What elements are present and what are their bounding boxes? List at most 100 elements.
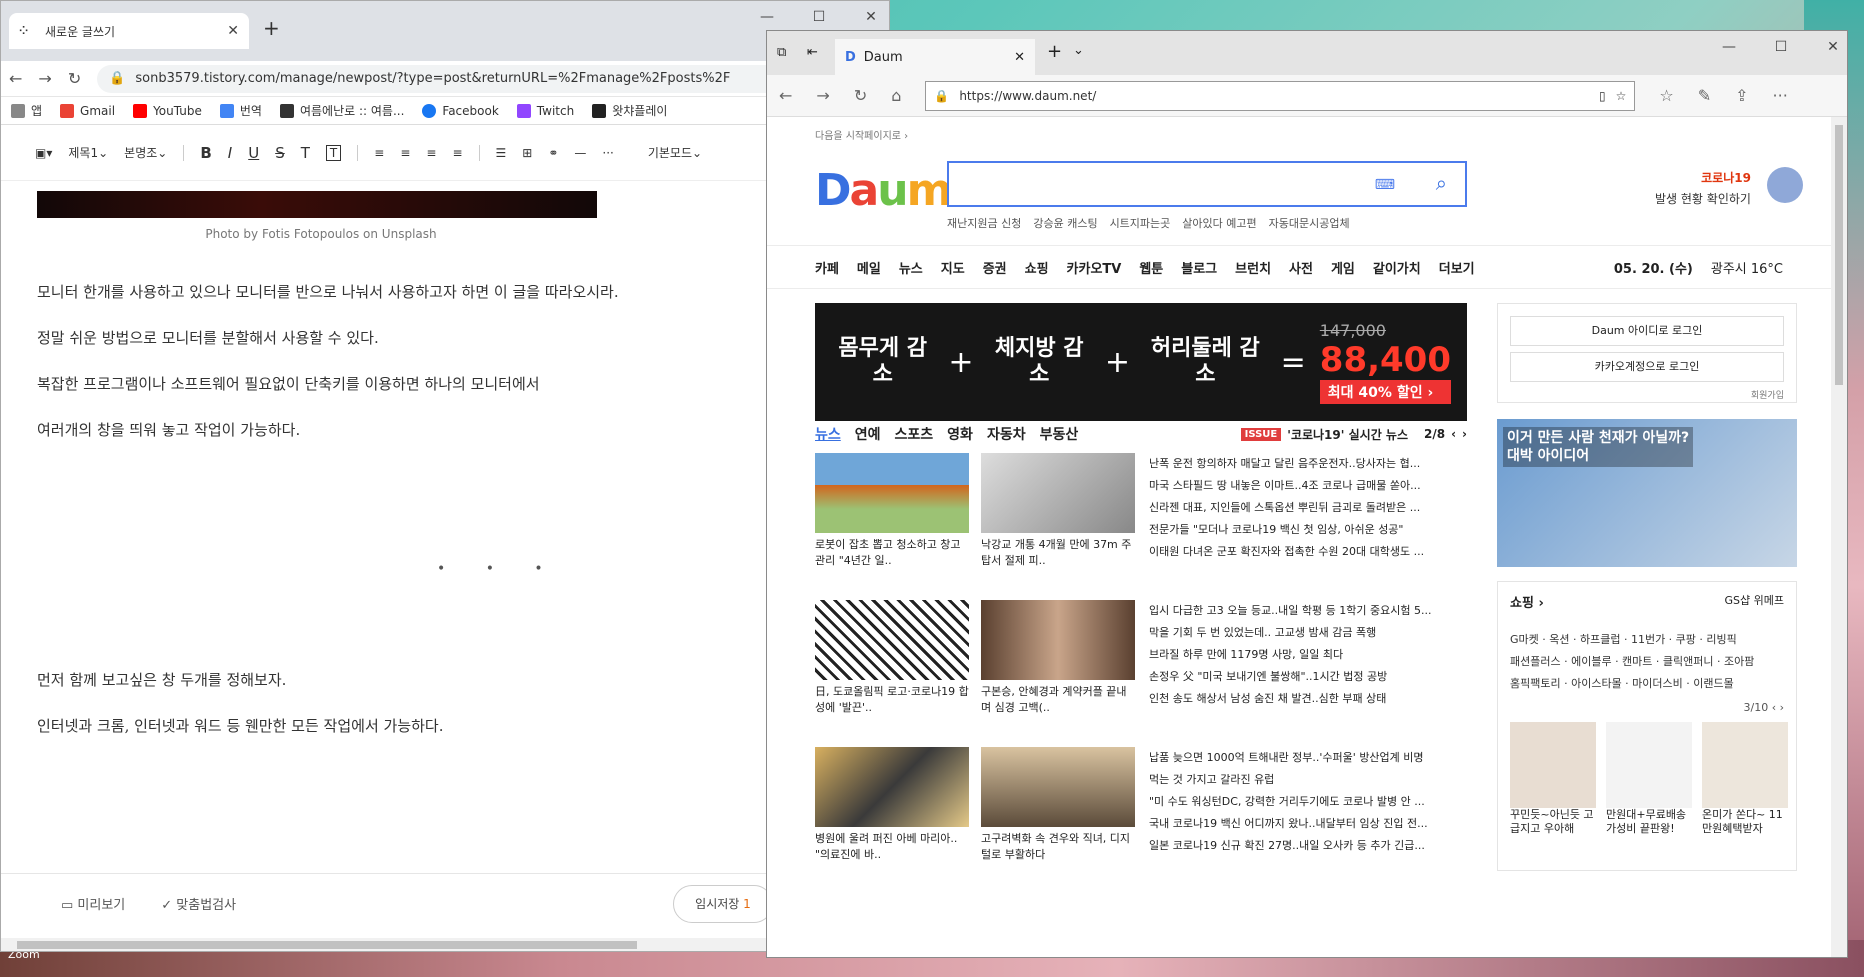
strikethrough-icon[interactable]: S bbox=[275, 144, 285, 162]
related-search-item[interactable]: 자동대문시공업체 bbox=[1269, 215, 1350, 231]
headline[interactable]: 이태원 다녀온 군포 확진자와 접촉한 수원 20대 대학생도 ... bbox=[1149, 541, 1467, 563]
daum-logo[interactable]: Daum bbox=[815, 165, 952, 216]
news-card[interactable]: 日, 도쿄올림픽 로고·코로나19 합성에 '발끈'.. bbox=[815, 600, 969, 747]
news-card[interactable]: 구본승, 안혜경과 계약커플 끝내며 심경 고백(.. bbox=[981, 600, 1135, 747]
related-search-item[interactable]: 살아있다 예고편 bbox=[1182, 215, 1256, 231]
bookmark-facebook[interactable]: Facebook bbox=[422, 103, 499, 118]
search-input[interactable]: ⌨ ⌕ bbox=[947, 161, 1467, 207]
news-card[interactable]: 병원에 울려 퍼진 아베 마리아.. "의료진에 바.. bbox=[815, 747, 969, 894]
post-editor[interactable]: Photo by Fotis Fotopoulos on Unsplash 모니… bbox=[1, 181, 889, 861]
bookmark-translate[interactable]: 번역 bbox=[219, 102, 262, 119]
favorites-icon[interactable]: ☆ bbox=[1659, 86, 1673, 105]
nav-item[interactable]: 사전 bbox=[1289, 258, 1313, 277]
tab-actions-icon[interactable]: ⧉ bbox=[777, 45, 786, 60]
shopping-partners[interactable]: GS샵 위메프 bbox=[1725, 592, 1784, 611]
favorite-star-icon[interactable]: ☆ bbox=[1616, 89, 1627, 103]
kakao-login-button[interactable]: 카카오계정으로 로그인 bbox=[1510, 352, 1784, 382]
back-icon[interactable]: ← bbox=[779, 86, 792, 105]
reload-icon[interactable]: ↻ bbox=[68, 69, 81, 88]
share-icon[interactable]: ⇪ bbox=[1735, 86, 1748, 105]
horizontal-scrollbar[interactable] bbox=[1, 938, 889, 951]
nav-item[interactable]: 증권 bbox=[983, 258, 1007, 277]
headline[interactable]: 납품 늦으면 1000억 트해내란 정부..'수퍼울' 방산업계 비명 bbox=[1149, 747, 1467, 769]
list-icon[interactable]: ☰ bbox=[496, 146, 507, 160]
shopping-title[interactable]: 쇼핑 › bbox=[1510, 592, 1544, 611]
back-icon[interactable]: ← bbox=[9, 69, 22, 88]
headline[interactable]: 마국 스타필드 땅 내놓은 이마트..4조 코로나 급매물 쏟아... bbox=[1149, 475, 1467, 497]
news-card[interactable]: 낙강교 개통 4개월 만에 37m 주탑서 절제 피.. bbox=[981, 453, 1135, 600]
tab-sports[interactable]: 스포츠 bbox=[895, 424, 934, 444]
headline[interactable]: 신라젠 대표, 지인들에 스톡옵션 뿌린뒤 금괴로 돌려받은 ... bbox=[1149, 497, 1467, 519]
italic-icon[interactable]: I bbox=[228, 144, 232, 162]
nav-item[interactable]: 카카오TV bbox=[1067, 258, 1122, 277]
news-card[interactable]: 로봇이 잡초 뽑고 청소하고 창고관리 "4년간 일.. bbox=[815, 453, 969, 600]
close-tab-icon[interactable]: ✕ bbox=[227, 23, 239, 39]
headline[interactable]: 난폭 운전 항의하자 매달고 달린 음주운전자..당사자는 협... bbox=[1149, 453, 1467, 475]
shop-link-row[interactable]: 패션플러스 · 에이블루 · 캔마트 · 클릭앤퍼니 · 조아팜 bbox=[1510, 651, 1784, 673]
headline[interactable]: 일본 코로나19 신규 확진 27명..내일 오사카 등 추가 긴급... bbox=[1149, 835, 1467, 857]
tab-entertainment[interactable]: 연예 bbox=[855, 424, 881, 444]
bookmark-youtube[interactable]: YouTube bbox=[133, 103, 202, 118]
more-icon[interactable]: ··· bbox=[602, 146, 613, 160]
vertical-scrollbar[interactable] bbox=[1831, 117, 1847, 957]
maximize-icon[interactable]: ☐ bbox=[793, 9, 845, 25]
forward-icon[interactable]: → bbox=[816, 86, 829, 105]
headline[interactable]: 먹는 것 가지고 갈라진 유럽 bbox=[1149, 769, 1467, 791]
new-tab-button[interactable]: + bbox=[263, 16, 280, 40]
set-start-page-link[interactable]: 다음을 시작페이지로 › bbox=[815, 127, 908, 142]
font-select[interactable]: 본명조⌄ bbox=[124, 144, 167, 161]
scroll-thumb[interactable] bbox=[17, 941, 637, 949]
related-search-item[interactable]: 시트지파는곳 bbox=[1110, 215, 1171, 231]
prev-icon[interactable]: ‹ bbox=[1451, 427, 1456, 441]
align-justify-icon[interactable]: ≡ bbox=[452, 146, 462, 160]
nav-item[interactable]: 카페 bbox=[815, 258, 839, 277]
text-background-icon[interactable]: T bbox=[325, 144, 342, 161]
nav-item[interactable]: 메일 bbox=[857, 258, 881, 277]
headline[interactable]: 막을 기회 두 번 있었는데.. 고교생 밤새 감금 폭행 bbox=[1149, 622, 1467, 644]
nav-item[interactable]: 같이가치 bbox=[1373, 258, 1421, 277]
shop-link-row[interactable]: G마켓 · 옥션 · 하프클럽 · 11번가 · 쿠팡 · 리빙픽 bbox=[1510, 629, 1784, 651]
nav-item[interactable]: 브런치 bbox=[1235, 258, 1271, 277]
url-input[interactable]: 🔒 https://www.daum.net/ ▯ ☆ bbox=[925, 80, 1636, 111]
align-left-icon[interactable]: ≡ bbox=[374, 146, 384, 160]
issue-link[interactable]: '코로나19' 실시간 뉴스 bbox=[1287, 426, 1408, 443]
keyboard-icon[interactable]: ⌨ bbox=[1375, 177, 1395, 193]
image-icon[interactable]: ▣▾ bbox=[35, 146, 52, 160]
tab-list-icon[interactable]: ⌄ bbox=[1073, 43, 1084, 58]
daum-login-button[interactable]: Daum 아이디로 로그인 bbox=[1510, 316, 1784, 346]
nav-more[interactable]: 더보기 bbox=[1439, 258, 1475, 277]
forward-icon[interactable]: → bbox=[38, 69, 51, 88]
headline[interactable]: 입시 다급한 고3 오늘 등교..내일 학평 등 1학기 중요시험 5... bbox=[1149, 600, 1467, 622]
maximize-icon[interactable]: ☐ bbox=[1755, 39, 1807, 55]
news-card[interactable]: 고구려벽화 속 견우와 직녀, 디지털로 부활하다 bbox=[981, 747, 1135, 894]
bookmark-twitch[interactable]: Twitch bbox=[516, 103, 574, 118]
nav-item[interactable]: 게임 bbox=[1331, 258, 1355, 277]
signup-link[interactable]: 회원가입 bbox=[1510, 388, 1784, 401]
set-aside-tabs-icon[interactable]: ⇤ bbox=[807, 45, 818, 60]
bookmark-watcha[interactable]: 왓챠플레이 bbox=[592, 102, 667, 119]
product-card[interactable]: 만원대+무료배송 가성비 끝판왕! bbox=[1606, 722, 1692, 836]
ad-banner[interactable]: 몸무게 감소 + 체지방 감소 + 허리둘레 감소 = 147,000 88,4… bbox=[815, 303, 1467, 421]
heading-select[interactable]: 제목1⌄ bbox=[68, 144, 108, 161]
product-card[interactable]: 꾸민듯~아닌듯 고급지고 우아해 bbox=[1510, 722, 1596, 836]
nav-item[interactable]: 블로그 bbox=[1181, 258, 1217, 277]
reading-view-icon[interactable]: ▯ bbox=[1599, 89, 1606, 103]
shop-link-row[interactable]: 홈픽팩토리 · 아이스타몰 · 마이더스비 · 이랜드몰 bbox=[1510, 673, 1784, 695]
align-right-icon[interactable]: ≡ bbox=[426, 146, 436, 160]
link-icon[interactable]: ⚭ bbox=[548, 146, 558, 160]
edge-tab[interactable]: D Daum ✕ bbox=[835, 39, 1035, 75]
nav-item[interactable]: 지도 bbox=[941, 258, 965, 277]
weather-text[interactable]: 광주시 16°C bbox=[1711, 258, 1783, 277]
table-icon[interactable]: ⊞ bbox=[522, 146, 532, 160]
headline[interactable]: 전문가들 "모더나 코로나19 백신 첫 임상, 아쉬운 성공" bbox=[1149, 519, 1467, 541]
headline[interactable]: 인천 송도 해상서 남성 숨진 채 발견..심한 부패 상태 bbox=[1149, 688, 1467, 710]
bookmark-gmail[interactable]: Gmail bbox=[60, 103, 115, 118]
notes-icon[interactable]: ✎ bbox=[1698, 86, 1711, 105]
close-icon[interactable]: ✕ bbox=[845, 9, 889, 25]
home-icon[interactable]: ⌂ bbox=[891, 86, 901, 105]
reload-icon[interactable]: ↻ bbox=[854, 86, 867, 105]
related-search-item[interactable]: 강승윤 캐스팅 bbox=[1033, 215, 1097, 231]
spellcheck-button[interactable]: ✓ 맞춤법검사 bbox=[161, 894, 236, 913]
headline[interactable]: "미 수도 워싱턴DC, 강력한 거리두기에도 코로나 발병 안 ... bbox=[1149, 791, 1467, 813]
close-tab-icon[interactable]: ✕ bbox=[1014, 50, 1025, 65]
